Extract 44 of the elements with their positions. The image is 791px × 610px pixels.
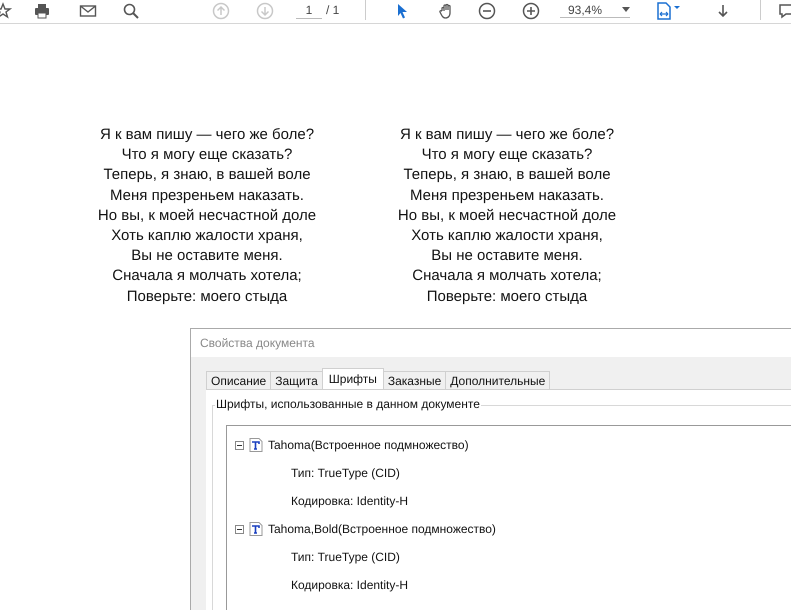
tab[interactable]: Описание: [206, 371, 272, 389]
print-icon[interactable]: [33, 2, 51, 20]
search-icon[interactable]: [122, 2, 140, 20]
dialog-title: Свойства документа: [200, 336, 315, 350]
poem-line: Вы не оставите меня.: [431, 246, 583, 266]
poem-line: Поверьте: моего стыда: [426, 286, 588, 307]
poem-line: Меня презреньем наказать.: [110, 186, 304, 206]
poem-line: Меня презреньем наказать.: [410, 186, 604, 206]
font-property: Кодировка: Identity-H: [291, 494, 408, 508]
poem-line: Сначала я молчать хотела;: [112, 266, 302, 286]
collapse-icon[interactable]: [235, 524, 244, 534]
font-file-icon: [249, 438, 263, 452]
font-name[interactable]: Tahoma,Bold(Встроенное подмножество): [268, 522, 496, 536]
font-property: Кодировка: Identity-H: [291, 578, 408, 592]
poem-line: Но вы, к моей несчастной доле: [98, 206, 316, 226]
collapse-icon[interactable]: [235, 440, 244, 450]
comment-icon[interactable]: [778, 2, 791, 20]
zoom-field[interactable]: 93,4%: [560, 2, 630, 18]
poem-line: Сначала я молчать хотела;: [412, 266, 602, 286]
poem-line: Что я могу еще сказать?: [122, 145, 292, 166]
tab[interactable]: Шрифты: [322, 368, 384, 389]
poem-line: Теперь, я знаю, в вашей воле: [103, 165, 311, 186]
font-file-icon: [249, 522, 263, 536]
poem-line: Я к вам пишу — чего же боле?: [400, 125, 614, 145]
zoom-out-icon[interactable]: [478, 2, 496, 20]
poem-line: Хоть каплю жалости храня,: [411, 226, 603, 246]
poem-line: Я к вам пишу — чего же боле?: [100, 125, 314, 145]
tab[interactable]: Защита: [270, 371, 323, 389]
font-property: Тип: TrueType (CID): [291, 550, 400, 564]
font-name[interactable]: Tahoma(Встроенное подмножество): [268, 438, 469, 452]
poem-line: Теперь, я знаю, в вашей воле: [403, 165, 611, 186]
poem-line: Поверьте: моего стыда: [126, 286, 288, 307]
page-total: / 1: [326, 3, 340, 17]
poem-line: Но вы, к моей несчастной доле: [398, 206, 616, 226]
fit-page-icon[interactable]: [655, 2, 681, 20]
caret-icon[interactable]: [622, 7, 630, 12]
font-property: Тип: TrueType (CID): [291, 466, 400, 480]
poem-line: Хоть каплю жалости храня,: [111, 226, 303, 246]
group-label: Шрифты, использованные в данном документе: [215, 397, 481, 411]
zoom-in-icon[interactable]: [522, 2, 540, 20]
tab[interactable]: Дополнительные: [445, 371, 550, 389]
poem-line: Что я могу еще сказать?: [422, 145, 592, 166]
poem-line: Вы не оставите меня.: [131, 246, 283, 266]
page-number-field[interactable]: 1: [296, 2, 322, 19]
